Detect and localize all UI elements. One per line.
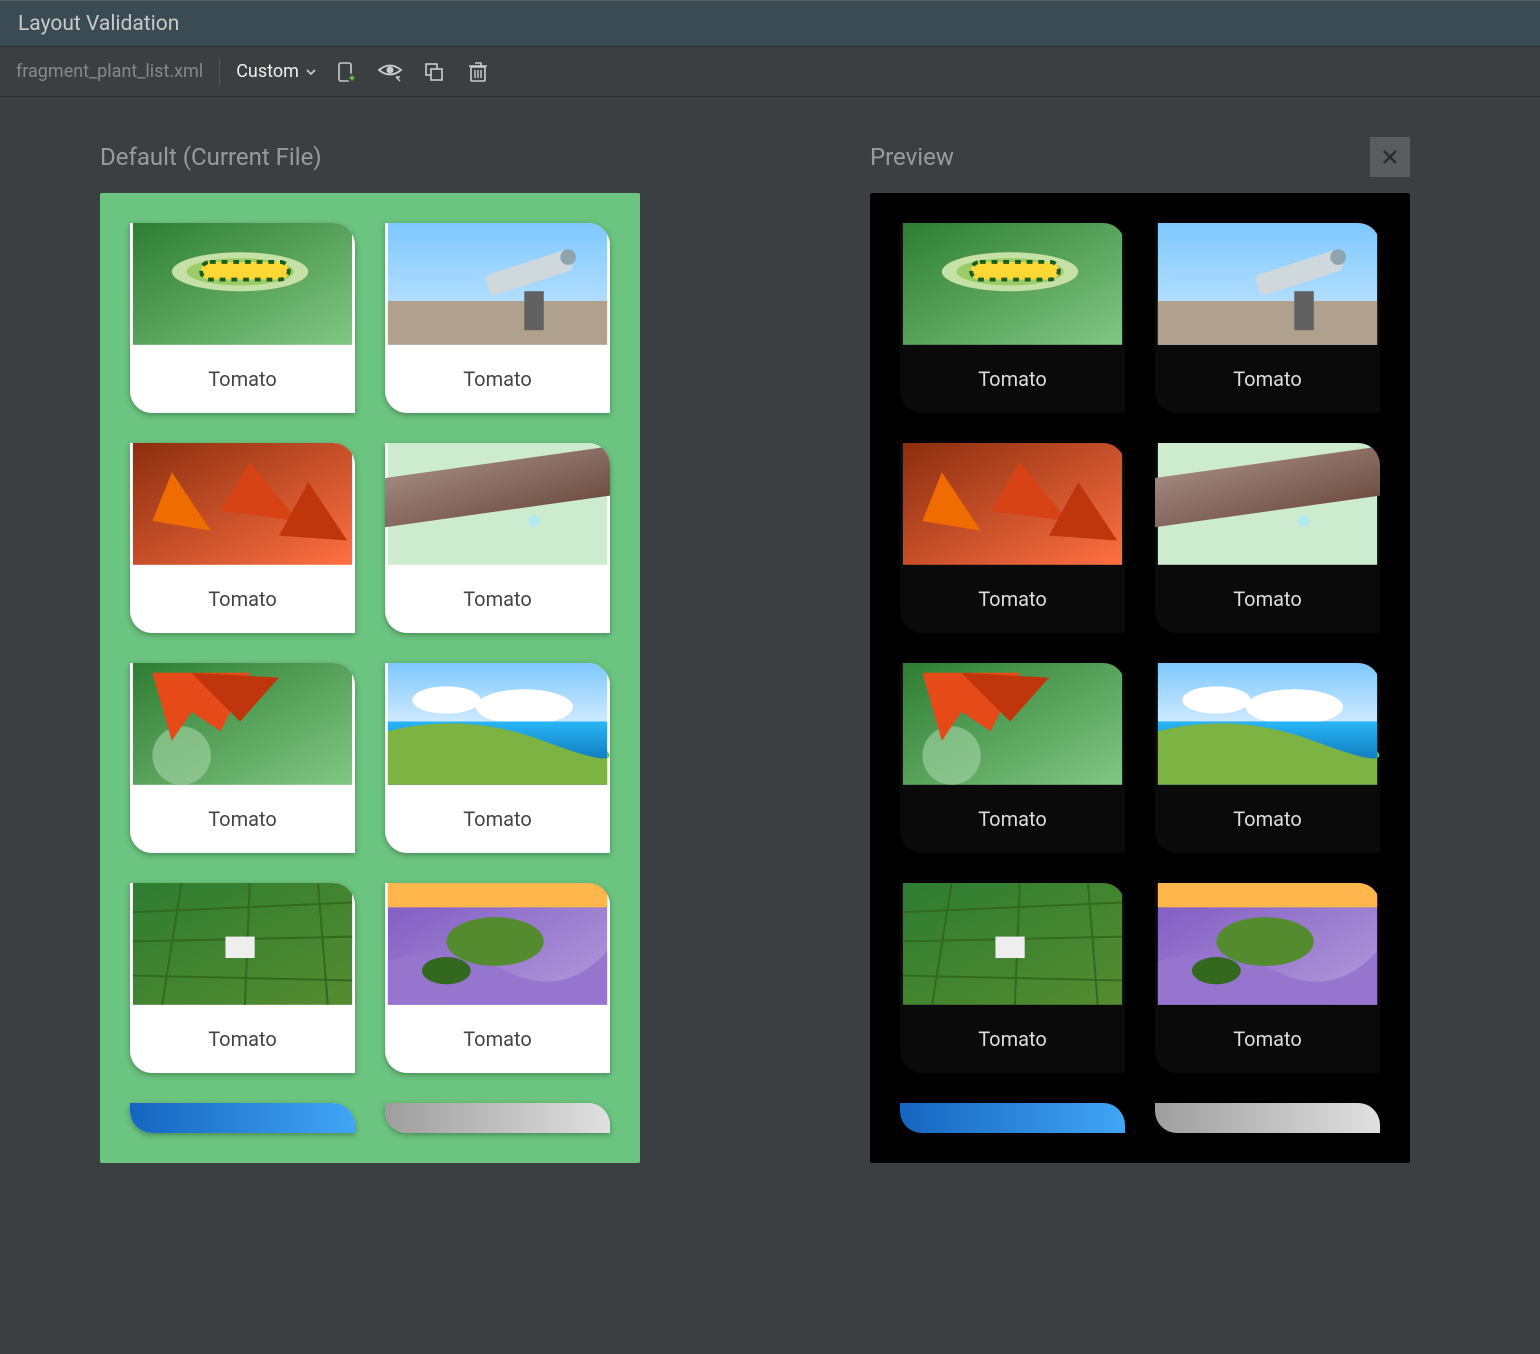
window-title: Layout Validation xyxy=(18,12,179,36)
plant-card[interactable]: Tomato xyxy=(1155,223,1380,413)
plant-image xyxy=(900,443,1125,565)
plant-card[interactable]: Tomato xyxy=(385,443,610,633)
plant-card-label: Tomato xyxy=(900,345,1125,413)
plant-card-label: Tomato xyxy=(1155,565,1380,633)
add-device-icon[interactable] xyxy=(333,59,359,85)
plant-image xyxy=(130,443,355,565)
plant-card-label: Tomato xyxy=(385,345,610,413)
plant-card[interactable]: Tomato xyxy=(900,443,1125,633)
plant-card[interactable]: Tomato xyxy=(385,663,610,853)
plant-card[interactable]: Tomato xyxy=(1155,883,1380,1073)
plant-image xyxy=(130,223,355,345)
plant-image xyxy=(900,663,1125,785)
default-panel: Default (Current File) Tomato Tomato Tom… xyxy=(100,137,640,1354)
plant-image xyxy=(1155,1103,1380,1133)
plant-card-label: Tomato xyxy=(1155,785,1380,853)
default-panel-title: Default (Current File) xyxy=(100,143,640,171)
delete-icon[interactable] xyxy=(465,59,491,85)
plant-image xyxy=(900,223,1125,345)
plant-card[interactable]: Tomato xyxy=(130,663,355,853)
plant-image xyxy=(130,663,355,785)
plant-card[interactable]: Tomato xyxy=(1155,443,1380,633)
plant-card-label: Tomato xyxy=(130,785,355,853)
default-device-frame[interactable]: Tomato Tomato Tomato Tomato Tomato xyxy=(100,193,640,1163)
plant-card-label: Tomato xyxy=(130,1005,355,1073)
plant-card-label: Tomato xyxy=(900,565,1125,633)
plant-image xyxy=(385,443,610,565)
plant-card[interactable]: Tomato xyxy=(385,883,610,1073)
plant-card-label: Tomato xyxy=(385,565,610,633)
toolbar-separator xyxy=(219,58,220,86)
preview-panel: Preview Tomato Tomato Tom xyxy=(870,137,1410,1354)
preview-panel-title: Preview xyxy=(870,143,1370,171)
plant-card-label: Tomato xyxy=(1155,345,1380,413)
plant-image xyxy=(130,1103,355,1133)
plant-image xyxy=(1155,223,1380,345)
plant-card[interactable]: Tomato xyxy=(900,663,1125,853)
close-icon xyxy=(1380,147,1400,167)
plant-card[interactable]: Tomato xyxy=(900,223,1125,413)
plant-image xyxy=(1155,883,1380,1005)
plant-card-label: Tomato xyxy=(130,565,355,633)
plant-card-label: Tomato xyxy=(130,345,355,413)
plant-card[interactable]: Tomato xyxy=(1155,663,1380,853)
close-preview-button[interactable] xyxy=(1370,137,1410,177)
plant-card[interactable] xyxy=(900,1103,1125,1133)
visibility-icon[interactable] xyxy=(377,59,403,85)
plant-image xyxy=(900,883,1125,1005)
plant-image xyxy=(900,1103,1125,1133)
plant-image xyxy=(130,883,355,1005)
plant-image xyxy=(1155,443,1380,565)
preview-device-frame[interactable]: Tomato Tomato Tomato Tomato Tomato xyxy=(870,193,1410,1163)
plant-card-label: Tomato xyxy=(900,785,1125,853)
configuration-dropdown-label: Custom xyxy=(236,61,299,82)
plant-card[interactable] xyxy=(130,1103,355,1133)
plant-image xyxy=(385,223,610,345)
plant-card[interactable] xyxy=(385,1103,610,1133)
configuration-dropdown[interactable]: Custom xyxy=(236,61,317,82)
plant-card-label: Tomato xyxy=(385,785,610,853)
plant-card[interactable] xyxy=(1155,1103,1380,1133)
plant-card[interactable]: Tomato xyxy=(130,223,355,413)
plant-card-label: Tomato xyxy=(1155,1005,1380,1073)
copy-icon[interactable] xyxy=(421,59,447,85)
plant-image xyxy=(385,883,610,1005)
toolbar: fragment_plant_list.xml Custom xyxy=(0,47,1540,97)
plant-card-label: Tomato xyxy=(900,1005,1125,1073)
plant-image xyxy=(1155,663,1380,785)
plant-card[interactable]: Tomato xyxy=(130,443,355,633)
plant-card[interactable]: Tomato xyxy=(385,223,610,413)
filename-tab[interactable]: fragment_plant_list.xml xyxy=(16,61,203,82)
plant-card[interactable]: Tomato xyxy=(130,883,355,1073)
chevron-down-icon xyxy=(305,66,317,78)
plant-card[interactable]: Tomato xyxy=(900,883,1125,1073)
plant-image xyxy=(385,663,610,785)
content-area: Default (Current File) Tomato Tomato Tom… xyxy=(0,97,1540,1354)
plant-card-label: Tomato xyxy=(385,1005,610,1073)
plant-image xyxy=(385,1103,610,1133)
title-bar: Layout Validation xyxy=(0,1,1540,47)
